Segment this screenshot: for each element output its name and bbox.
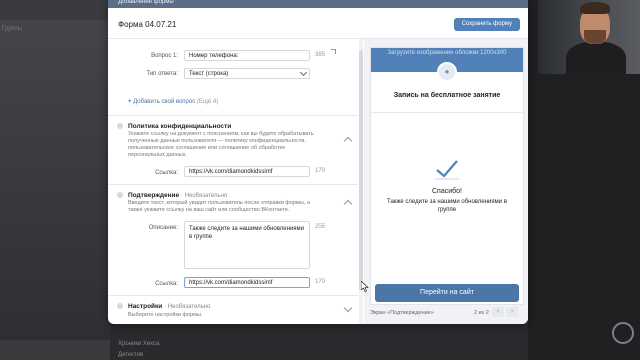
question-counter: 385 bbox=[315, 52, 326, 58]
add-question-link[interactable]: + Добавить свой вопрос (Ещё 4) bbox=[128, 99, 218, 105]
save-form-button[interactable]: Сохранить форму bbox=[453, 18, 520, 31]
privacy-status-icon bbox=[117, 123, 123, 129]
go-to-site-button[interactable]: Перейти на сайт bbox=[375, 284, 519, 302]
confirmation-desc-label: Описание: bbox=[148, 225, 178, 231]
editor-scrollbar-thumb[interactable] bbox=[359, 50, 363, 290]
settings-status-icon bbox=[117, 303, 123, 309]
question-label: Вопрос 1: bbox=[151, 53, 178, 59]
preview-screen-label: Экран «Подтверждение» bbox=[370, 310, 434, 316]
section-divider bbox=[108, 295, 358, 296]
privacy-title: Политика конфиденциальности bbox=[128, 123, 232, 130]
circle-icon bbox=[612, 322, 634, 344]
check-icon bbox=[435, 160, 459, 180]
confirmation-title-text: Подтверждение bbox=[128, 192, 180, 199]
background-item-2: Детектив bbox=[118, 352, 144, 358]
chevron-up-icon[interactable] bbox=[343, 136, 353, 146]
chevron-down-icon[interactable] bbox=[343, 303, 353, 313]
modal-window-title: Добавление формы bbox=[108, 0, 528, 8]
question-input[interactable]: Номер телефона: bbox=[184, 50, 310, 61]
preview-card: Загрузите изображение обложки 1200х300 ●… bbox=[370, 47, 524, 305]
arrow-right-icon[interactable]: › bbox=[506, 307, 518, 317]
section-divider bbox=[108, 115, 358, 116]
section-divider bbox=[108, 184, 358, 185]
thanks-description: Также следите за нашими обновлениями в г… bbox=[387, 199, 507, 213]
privacy-description: Укажите ссылку на документ с пояснением,… bbox=[128, 131, 314, 158]
confirmation-desc-textarea[interactable]: Также следите за нашими обновлениями в г… bbox=[184, 221, 310, 269]
thanks-heading: Спасибо! bbox=[432, 188, 462, 195]
confirmation-link-input[interactable]: https://vk.com/diamondkidssimf bbox=[184, 277, 310, 288]
confirmation-desc-counter: 255 bbox=[315, 224, 326, 230]
settings-optional: · Необязательно bbox=[164, 304, 211, 310]
answer-type-select[interactable]: Текст (строка) bbox=[184, 68, 310, 79]
answer-type-label: Тип ответа: bbox=[146, 71, 178, 77]
add-question-hint: (Ещё 4) bbox=[196, 99, 219, 105]
form-preview: Загрузите изображение обложки 1200х300 ●… bbox=[364, 39, 528, 324]
cover-upload-text: Загрузите изображение обложки 1200х300 bbox=[387, 50, 507, 56]
confirmation-link-label: Ссылка: bbox=[155, 281, 178, 287]
confirmation-description: Введите текст, который увидит пользовате… bbox=[128, 200, 310, 213]
background-left-label: Группы bbox=[2, 26, 22, 32]
add-question-label: Добавить свой вопрос bbox=[133, 99, 196, 105]
preview-title: Запись на бесплатное занятие bbox=[393, 92, 501, 99]
preview-page-indicator: 2 из 2 bbox=[474, 310, 489, 316]
drag-handle-icon[interactable] bbox=[331, 49, 336, 54]
settings-title: Настройки · Необязательно bbox=[128, 303, 210, 310]
confirmation-title: Подтверждение · Необязательно bbox=[128, 192, 227, 199]
modal-header: Форма 04.07.21 Сохранить форму bbox=[108, 8, 528, 39]
confirmation-optional: · Необязательно bbox=[180, 193, 228, 199]
background-left-panel bbox=[0, 0, 110, 360]
webcam-overlay bbox=[538, 0, 640, 74]
preview-divider bbox=[371, 112, 523, 113]
confirmation-link-counter: 170 bbox=[315, 279, 326, 285]
privacy-link-counter: 170 bbox=[315, 168, 326, 174]
privacy-link-label: Ссылка: bbox=[155, 170, 178, 176]
settings-description: Выберите настройки формы. bbox=[128, 312, 203, 318]
form-editor: Вопрос 1: Номер телефона: 385 Тип ответа… bbox=[108, 39, 358, 324]
settings-title-text: Настройки bbox=[128, 303, 163, 310]
form-modal: Добавление формы Форма 04.07.21 Сохранит… bbox=[108, 0, 528, 324]
background-item-1: Хроники Хекса bbox=[118, 341, 160, 347]
confirmation-status-icon bbox=[117, 192, 123, 198]
cursor-icon bbox=[361, 281, 369, 292]
form-title: Форма 04.07.21 bbox=[118, 20, 177, 29]
privacy-link-input[interactable]: https://vk.com/diamondkidssimf bbox=[184, 166, 310, 177]
arrow-left-icon[interactable]: ‹ bbox=[492, 307, 504, 317]
chevron-up-icon[interactable] bbox=[343, 199, 353, 209]
avatar-icon: ● bbox=[437, 62, 457, 82]
